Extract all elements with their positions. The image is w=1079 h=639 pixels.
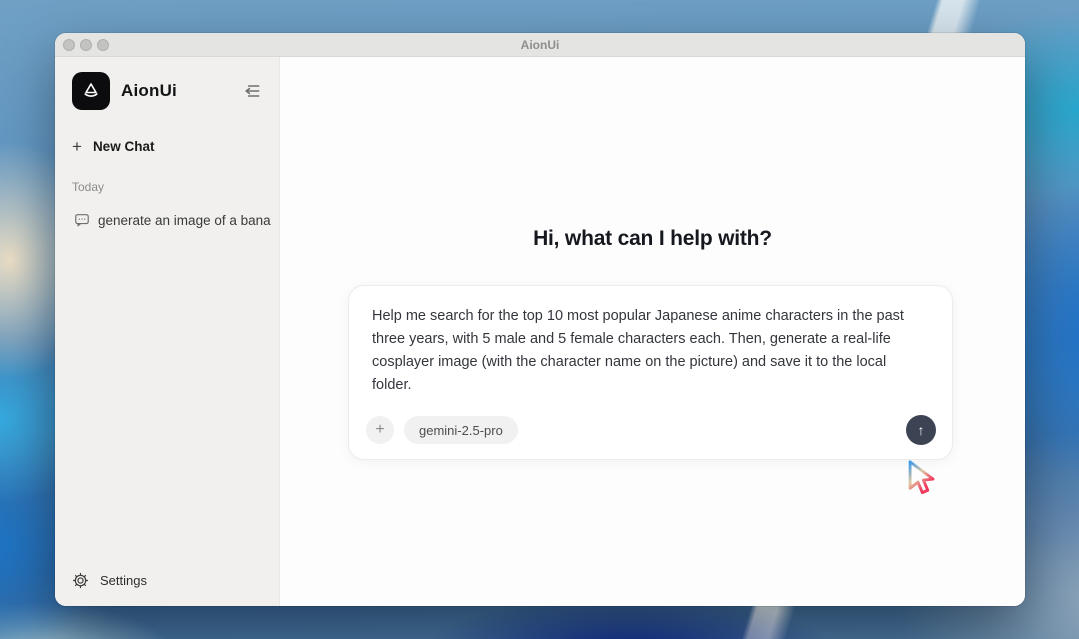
settings-label: Settings (100, 572, 147, 588)
chat-bubble-icon (74, 212, 90, 228)
composer-input[interactable]: Help me search for the top 10 most popul… (349, 286, 952, 397)
gear-icon (72, 572, 89, 589)
history-section-label: Today (72, 180, 105, 194)
add-icon: + (375, 421, 385, 438)
plus-icon: + (72, 136, 82, 156)
send-button[interactable]: ↑ (906, 415, 936, 445)
desktop-wallpaper: AionUi AionUi + New Chat Today generate … (0, 0, 1079, 639)
model-chip-label: gemini-2.5-pro (419, 422, 503, 438)
brand-name: AionUi (121, 81, 177, 100)
composer-toolbar: + gemini-2.5-pro ↑ (366, 415, 936, 445)
window-title: AionUi (520, 38, 560, 52)
composer-card: Help me search for the top 10 most popul… (348, 285, 953, 460)
mouse-cursor-icon (905, 459, 939, 497)
attach-button[interactable]: + (366, 416, 394, 444)
new-chat-button[interactable]: + New Chat (72, 136, 262, 156)
send-arrow-icon: ↑ (917, 422, 925, 438)
window-titlebar[interactable]: AionUi (55, 33, 1025, 57)
settings-button[interactable]: Settings (55, 570, 279, 590)
collapse-sidebar-icon[interactable] (241, 80, 263, 102)
sidebar: AionUi + New Chat Today generate an imag… (55, 57, 280, 606)
main-content: Hi, what can I help with? Help me search… (280, 57, 1025, 606)
chat-history-item[interactable]: generate an image of a bana (55, 208, 279, 232)
app-window: AionUi AionUi + New Chat Today generate … (55, 33, 1025, 606)
aionui-logo-icon (72, 72, 110, 110)
new-chat-label: New Chat (92, 138, 155, 154)
brand-row: AionUi (55, 69, 279, 113)
chat-item-label: generate an image of a bana (98, 212, 271, 228)
greeting-heading: Hi, what can I help with? (533, 227, 772, 250)
model-selector-chip[interactable]: gemini-2.5-pro (404, 416, 518, 444)
